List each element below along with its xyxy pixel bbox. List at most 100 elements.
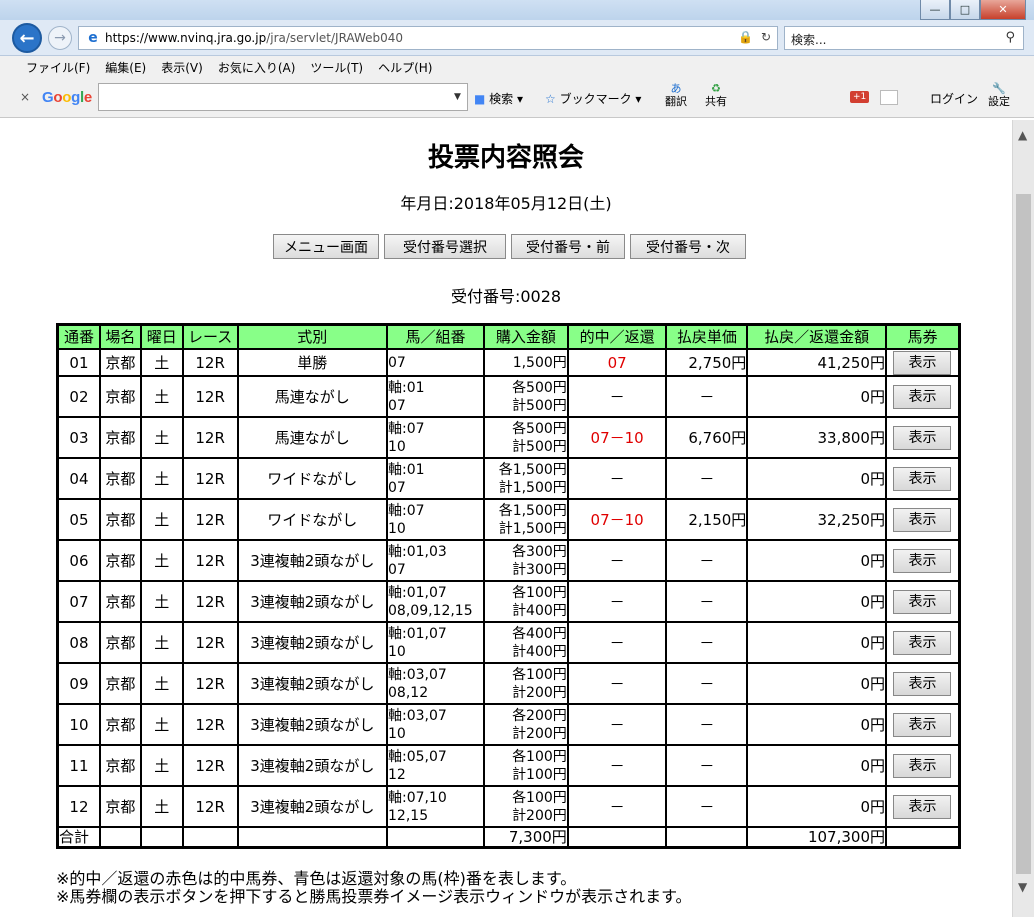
cell-combination: 軸:01,03 07 <box>387 540 484 581</box>
menu-favorites[interactable]: お気に入り(A) <box>218 59 296 76</box>
close-toolbar-icon[interactable]: × <box>20 90 30 104</box>
cell-payout: 41,250円 <box>747 349 886 376</box>
empty-cell <box>140 827 183 847</box>
cell-unit-payout: － <box>666 663 748 704</box>
translate-button[interactable]: あ翻訳 <box>665 82 687 108</box>
amount-line: 各1,500円 <box>498 502 567 519</box>
login-link[interactable]: ログイン <box>930 90 978 107</box>
search-icon[interactable]: ⚲ <box>1005 30 1015 45</box>
cell-day: 土 <box>140 458 183 499</box>
cell-amount: 各100円 計100円 <box>483 745 568 786</box>
cell-serial: 11 <box>58 745 100 786</box>
menu-view[interactable]: 表示(V) <box>161 59 203 76</box>
cell-serial: 06 <box>58 540 100 581</box>
cell-ticket: 表示 <box>885 622 959 663</box>
show-ticket-button[interactable]: 表示 <box>893 671 952 696</box>
bookmarks-button[interactable]: ☆ ブックマーク ▾ <box>545 90 641 107</box>
table-row: 11 京都土 12R 3連複軸2頭ながし 軸:05,07 12 各100円 計100円－－ 0円… <box>58 745 959 786</box>
address-tools: 🔒 ↻ <box>738 30 771 44</box>
google-plus-one-button[interactable]: +1 <box>850 91 870 103</box>
next-receipt-button[interactable]: 受付番号・次 <box>630 234 746 259</box>
share-button[interactable]: ♻ 共有 <box>705 82 727 108</box>
combination-line: 軸:01,07 <box>388 625 447 642</box>
settings-button[interactable]: 🔧 設定 <box>988 82 1010 108</box>
prev-receipt-button[interactable]: 受付番号・前 <box>511 234 625 259</box>
menu-screen-button[interactable]: メニュー画面 <box>273 234 379 259</box>
google-logo: Google <box>42 89 92 106</box>
show-ticket-button[interactable]: 表示 <box>893 753 952 778</box>
lock-icon[interactable]: 🔒 <box>738 30 753 44</box>
cell-amount: 各100円 計200円 <box>483 663 568 704</box>
cell-race: 12R <box>182 745 238 786</box>
show-ticket-button[interactable]: 表示 <box>893 384 952 409</box>
cell-day: 土 <box>140 417 183 458</box>
combination-line: 07 <box>388 354 406 371</box>
menu-file[interactable]: ファイル(F) <box>26 59 90 76</box>
combination-line: 軸:03,07 <box>388 666 447 683</box>
bet-table: 通番 場名 曜日 レース 式別 馬／組番 購入金額 的中／返還 払戻単価 払戻／… <box>56 323 961 849</box>
show-ticket-button[interactable]: 表示 <box>893 507 952 532</box>
cell-unit-payout: － <box>666 376 748 417</box>
show-ticket-button[interactable]: 表示 <box>893 350 952 375</box>
table-row: 01 京都土 12R 単勝 07 1,500円 07 2,750円 41,250円 表示 <box>58 349 959 376</box>
cell-race: 12R <box>182 417 238 458</box>
menu-help[interactable]: ヘルプ(H) <box>378 59 432 76</box>
browser-search-input[interactable]: 検索... ⚲ <box>784 26 1024 50</box>
show-ticket-button[interactable]: 表示 <box>893 425 952 450</box>
combination-line: 軸:07 <box>388 420 425 437</box>
show-ticket-button[interactable]: 表示 <box>893 794 952 819</box>
show-ticket-button[interactable]: 表示 <box>893 630 952 655</box>
note-line: ※馬券欄の表示ボタンを押下すると勝馬投票券イメージ表示ウィンドウが表示されます。 <box>56 887 692 906</box>
show-ticket-button[interactable]: 表示 <box>893 712 952 737</box>
empty-cell <box>567 827 667 847</box>
amount-line: 計500円 <box>512 397 567 414</box>
scroll-up-icon[interactable]: ▲ <box>1018 128 1027 142</box>
cell-hit: － <box>567 622 667 663</box>
maximize-button[interactable]: □ <box>950 0 980 20</box>
vertical-scrollbar[interactable]: ▲ ▼ <box>1012 120 1034 917</box>
menu-edit[interactable]: 編集(E) <box>105 59 146 76</box>
cell-ticket: 表示 <box>885 499 959 540</box>
scrollbar-thumb[interactable] <box>1016 194 1031 874</box>
cell-combination: 軸:07 10 <box>387 499 484 540</box>
cell-unit-payout: － <box>666 786 748 827</box>
chevron-down-icon[interactable]: ▼ <box>454 92 461 102</box>
refresh-icon[interactable]: ↻ <box>761 30 771 44</box>
cell-serial: 10 <box>58 704 100 745</box>
cell-bet-type: 単勝 <box>237 349 388 376</box>
cell-serial: 12 <box>58 786 100 827</box>
empty-cell <box>666 827 748 847</box>
forward-button[interactable]: → <box>48 26 72 50</box>
cell-bet-type: 3連複軸2頭ながし <box>237 540 388 581</box>
cell-amount: 1,500円 <box>483 349 568 376</box>
select-receipt-button[interactable]: 受付番号選択 <box>384 234 506 259</box>
scroll-down-icon[interactable]: ▼ <box>1018 880 1027 894</box>
cell-race: 12R <box>182 581 238 622</box>
cell-serial: 04 <box>58 458 100 499</box>
total-payout: 107,300円 <box>747 827 886 847</box>
google-search-button[interactable]: ■ 検索 ▾ <box>474 90 523 107</box>
amount-line: 計400円 <box>512 602 567 619</box>
combination-line: 軸:01 <box>388 461 425 478</box>
cell-amount: 各100円 計400円 <box>483 581 568 622</box>
back-button[interactable]: ← <box>12 23 42 53</box>
combination-line: 軸:03,07 <box>388 707 447 724</box>
menu-tools[interactable]: ツール(T) <box>310 59 363 76</box>
show-ticket-button[interactable]: 表示 <box>893 466 952 491</box>
amount-line: 各500円 <box>512 379 567 396</box>
close-window-button[interactable]: ✕ <box>980 0 1026 20</box>
show-ticket-button[interactable]: 表示 <box>893 548 952 573</box>
cell-ticket: 表示 <box>885 349 959 376</box>
cell-amount: 各400円 計400円 <box>483 622 568 663</box>
cell-hit: 07－10 <box>567 499 667 540</box>
cell-day: 土 <box>140 376 183 417</box>
google-search-input[interactable] <box>98 83 468 111</box>
combination-line: 08,09,12,15 <box>388 602 473 619</box>
plus-one-count <box>880 90 898 105</box>
minimize-button[interactable]: — <box>920 0 950 20</box>
show-ticket-button[interactable]: 表示 <box>893 589 952 614</box>
address-bar[interactable]: e https://www.nvinq.jra.go.jp/jra/servle… <box>78 26 778 50</box>
amount-line: 各400円 <box>512 625 567 642</box>
cell-amount: 各1,500円 計1,500円 <box>483 499 568 540</box>
cell-venue: 京都 <box>99 376 141 417</box>
